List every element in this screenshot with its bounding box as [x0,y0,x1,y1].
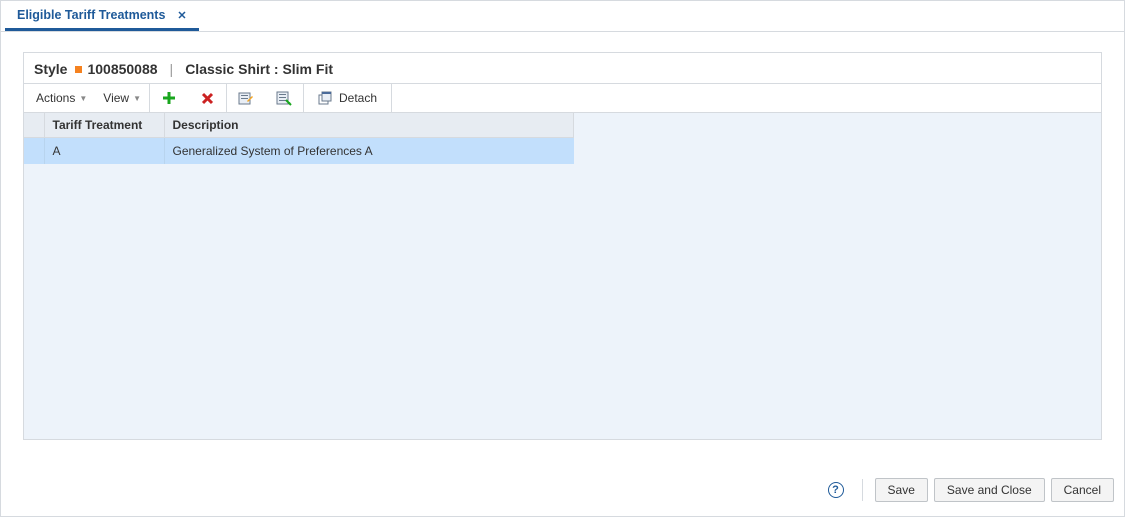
selection-column-header [24,113,44,138]
edit-button[interactable] [227,84,265,112]
save-button[interactable]: Save [875,478,928,502]
actions-menu[interactable]: Actions ▼ [24,84,95,112]
column-header-description[interactable]: Description [164,113,574,138]
footer-divider [862,479,863,501]
table-row[interactable]: A Generalized System of Preferences A [24,138,574,165]
help-icon[interactable]: ? [828,482,844,498]
actions-label: Actions [36,91,75,105]
edit-icon [238,90,254,106]
title-separator: | [166,61,178,77]
page-root: Eligible Tariff Treatments ✕ Style 10085… [0,0,1125,517]
column-header-tariff-treatment[interactable]: Tariff Treatment [44,113,164,138]
query-button[interactable] [265,84,303,112]
tab-eligible-tariff-treatments[interactable]: Eligible Tariff Treatments ✕ [5,2,199,31]
tab-label: Eligible Tariff Treatments [17,8,165,22]
toolbar: Actions ▼ View ▼ [24,83,1101,113]
chevron-down-icon: ▼ [79,94,87,103]
chevron-down-icon: ▼ [133,94,141,103]
add-button[interactable] [150,84,188,112]
query-icon [276,90,292,106]
panel-title: Style 100850088 | Classic Shirt : Slim F… [24,53,1101,83]
view-label: View [103,91,129,105]
dirty-marker-icon [75,66,82,73]
tariff-table: Tariff Treatment Description A Generaliz… [24,113,574,164]
detach-label: Detach [339,91,377,105]
detach-button[interactable]: Detach [304,84,392,112]
content-panel: Style 100850088 | Classic Shirt : Slim F… [23,52,1102,440]
view-menu[interactable]: View ▼ [95,84,149,112]
row-selection-handle[interactable] [24,138,44,165]
table-header-row: Tariff Treatment Description [24,113,574,138]
help-glyph: ? [832,484,839,496]
cell-tariff-treatment: A [44,138,164,165]
product-name: Classic Shirt : Slim Fit [185,61,333,77]
save-and-close-button[interactable]: Save and Close [934,478,1045,502]
detach-icon [318,91,333,106]
x-icon [201,92,214,105]
style-label: Style [34,61,67,77]
delete-button[interactable] [188,84,226,112]
plus-icon [162,91,176,105]
cancel-button[interactable]: Cancel [1051,478,1114,502]
table-container: Tariff Treatment Description A Generaliz… [24,113,1101,439]
tab-strip-divider [1,31,1124,32]
close-icon[interactable]: ✕ [177,9,186,22]
footer-actions: ? Save Save and Close Cancel [828,478,1114,502]
tab-bar: Eligible Tariff Treatments ✕ [1,1,1124,31]
cell-description: Generalized System of Preferences A [164,138,574,165]
style-code: 100850088 [87,61,157,77]
